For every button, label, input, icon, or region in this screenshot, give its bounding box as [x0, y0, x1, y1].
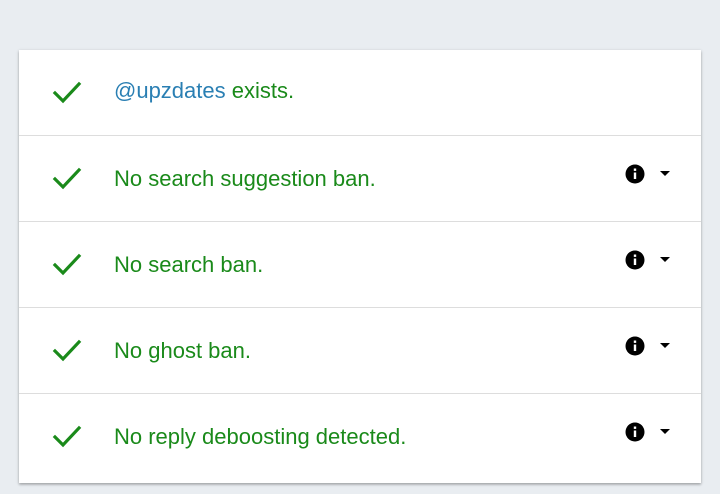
result-label: @upzdates exists.: [114, 76, 294, 106]
result-label: No search ban.: [114, 252, 264, 277]
user-handle-link[interactable]: @upzdates: [114, 78, 226, 103]
chevron-down-icon[interactable]: [660, 343, 670, 349]
result-label: No reply deboosting detected.: [114, 424, 407, 449]
result-text: exists.: [225, 78, 295, 103]
info-icon[interactable]: [625, 422, 645, 442]
check-icon: [52, 81, 82, 104]
results-card: @upzdates exists. No search suggestion b…: [19, 50, 701, 483]
chevron-down-icon[interactable]: [660, 257, 670, 263]
check-icon: [52, 425, 82, 448]
result-row-reply-deboosting: No reply deboosting detected.: [19, 394, 701, 482]
result-row-ghost-ban: No ghost ban.: [19, 308, 701, 394]
result-label: No ghost ban.: [114, 338, 251, 363]
check-icon: [52, 167, 82, 190]
result-row-search-suggestion-ban: No search suggestion ban.: [19, 136, 701, 222]
info-icon[interactable]: [625, 250, 645, 270]
result-row-search-ban: No search ban.: [19, 222, 701, 308]
chevron-down-icon[interactable]: [660, 171, 670, 177]
chevron-down-icon[interactable]: [660, 429, 670, 435]
info-icon[interactable]: [625, 164, 645, 184]
check-icon: [52, 339, 82, 362]
result-label: No search suggestion ban.: [114, 166, 376, 191]
result-row-exists: @upzdates exists.: [19, 50, 701, 136]
info-icon[interactable]: [625, 336, 645, 356]
check-icon: [52, 253, 82, 276]
